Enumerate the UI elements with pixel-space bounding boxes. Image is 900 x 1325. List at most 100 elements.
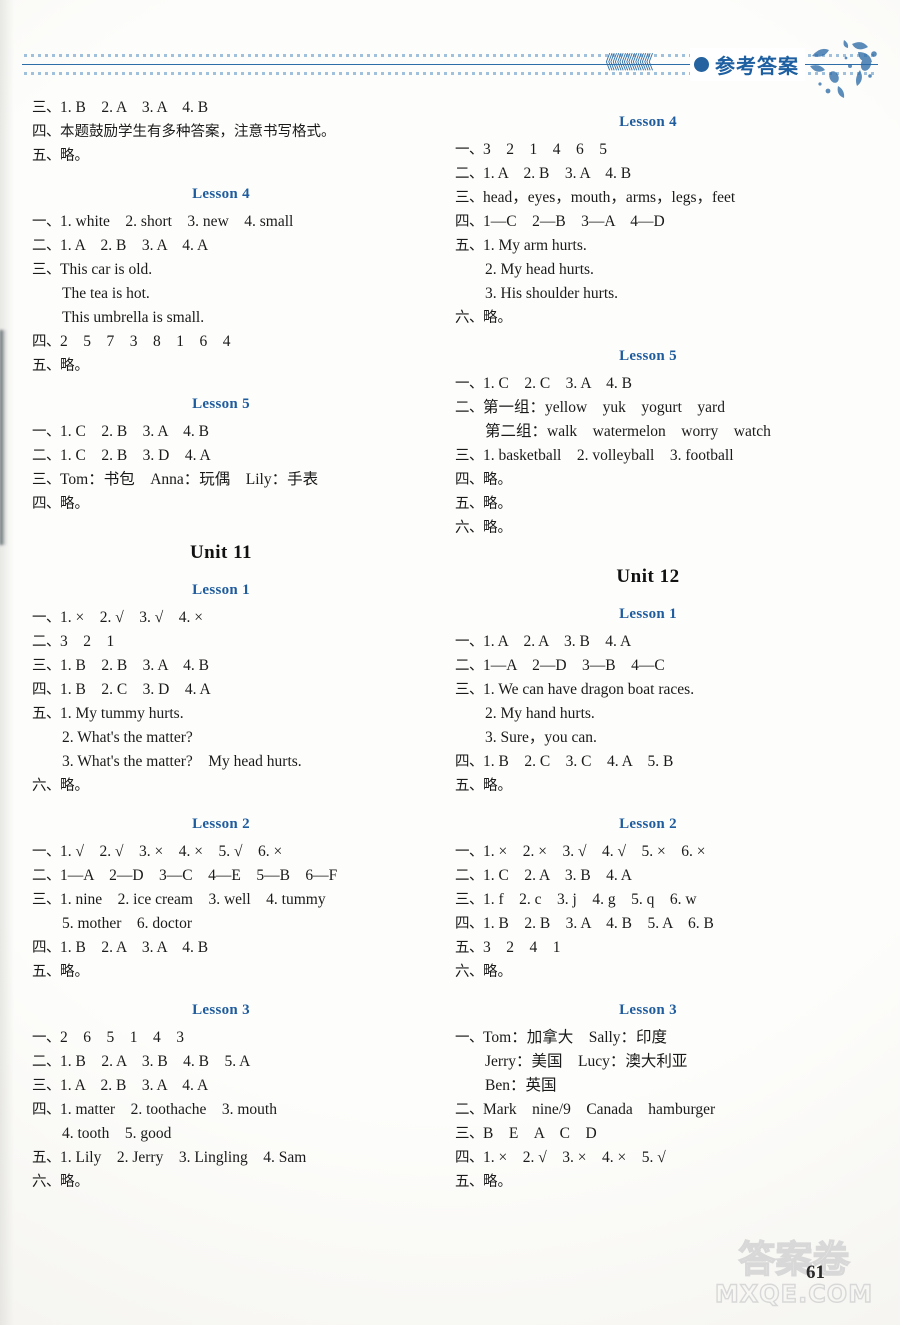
watermark-cjk-text: 答案卷 bbox=[739, 1238, 851, 1281]
answer-text: 略。 bbox=[60, 964, 89, 980]
answer-text: 略。 bbox=[483, 778, 512, 794]
answer-number: 一、 bbox=[32, 214, 61, 230]
answer-line: 三、 head，eyes，mouth，arms，legs，feet bbox=[455, 186, 847, 210]
answer-text: 1. nine 2. ice cream 3. well 4. tummy bbox=[60, 891, 326, 908]
answer-number: 一、 bbox=[455, 844, 484, 860]
answer-number: 四、 bbox=[32, 1102, 61, 1118]
answer-line: 四、 略。 bbox=[32, 492, 424, 516]
bullet-dot-icon bbox=[694, 57, 709, 72]
answer-number: 三、 bbox=[32, 658, 61, 674]
scan-edge-shadow bbox=[0, 330, 7, 545]
answer-text: 略。 bbox=[483, 964, 512, 980]
answer-number: 四、 bbox=[455, 214, 484, 230]
header-chevrons-icon: 《《《《《《《《《《 bbox=[598, 51, 653, 75]
answer-text: 1. A 2. B 3. A 4. B bbox=[483, 165, 632, 182]
answer-line: 二、 Mark nine/9 Canada hamburger bbox=[455, 1098, 847, 1122]
answer-continuation-line: 2. My head hurts. bbox=[485, 261, 594, 278]
answer-number: 三、 bbox=[455, 892, 484, 908]
answer-text: 1. C 2. B 3. D 4. A bbox=[60, 447, 211, 464]
header-title-group: 参考答案 bbox=[690, 48, 805, 81]
page-number: 61 bbox=[806, 1262, 825, 1283]
answer-line: 一、 Tom：加拿大 Sally：印度 bbox=[455, 1026, 847, 1050]
answer-line: 二、 1—A 2—D 3—B 4—C bbox=[455, 654, 847, 678]
answer-text: 1. B 2. A 3. B 4. B 5. A bbox=[60, 1053, 251, 1070]
answer-continuation-line: 2. What's the matter? bbox=[62, 729, 193, 746]
answer-text: 3 2 4 1 bbox=[483, 939, 561, 956]
lesson-heading: Lesson 4 bbox=[619, 114, 677, 130]
answer-text: 略。 bbox=[483, 520, 512, 536]
answer-line: 二、 1. A 2. B 3. A 4. A bbox=[32, 234, 424, 258]
answer-number: 五、 bbox=[455, 238, 484, 254]
answer-text: Tom：加拿大 Sally：印度 bbox=[483, 1029, 668, 1046]
answer-continuation-line: 3. Sure，you can. bbox=[485, 729, 597, 746]
answer-line: 六、 略。 bbox=[455, 306, 847, 330]
answer-line: 二、 1. C 2. A 3. B 4. A bbox=[455, 864, 847, 888]
answer-text: Tom：书包 Anna：玩偶 Lily：手表 bbox=[60, 471, 319, 488]
answer-line: 四、 1. matter 2. toothache 3. mouth bbox=[32, 1098, 424, 1122]
answer-line: 一、 1. A 2. A 3. B 4. A bbox=[455, 630, 847, 654]
page-header: 《《《《《《《《《《 参考答案 bbox=[0, 28, 900, 98]
answer-number: 四、 bbox=[32, 334, 61, 350]
answer-line: 三、 1. nine 2. ice cream 3. well 4. tummy bbox=[32, 888, 424, 912]
answer-text: 1. × 2. × 3. √ 4. √ 5. × 6. × bbox=[483, 843, 706, 860]
answer-line: 五、 1. My arm hurts. bbox=[455, 234, 847, 258]
answer-number: 二、 bbox=[455, 1102, 484, 1118]
answer-number: 三、 bbox=[455, 682, 484, 698]
answer-text: 1. C 2. A 3. B 4. A bbox=[483, 867, 632, 884]
answer-number: 四、 bbox=[32, 496, 61, 512]
answer-line: 四、 略。 bbox=[455, 468, 847, 492]
answer-text: 1. × 2. √ 3. √ 4. × bbox=[60, 609, 203, 626]
answer-text: 1. B 2. B 3. A 4. B bbox=[60, 657, 209, 674]
answer-text: 1. C 2. C 3. A 4. B bbox=[483, 375, 632, 392]
answer-number: 三、 bbox=[455, 190, 484, 206]
answer-text: 1. A 2. B 3. A 4. A bbox=[60, 237, 209, 254]
answer-line: 五、 略。 bbox=[32, 144, 424, 168]
answer-text: B E A C D bbox=[483, 1125, 597, 1142]
lesson-heading: Lesson 2 bbox=[192, 816, 250, 832]
answer-continuation-line: Jerry：美国 Lucy：澳大利亚 bbox=[485, 1053, 688, 1070]
answer-line: 三、 1. basketball 2. volleyball 3. footbal… bbox=[455, 444, 847, 468]
answer-text: 略。 bbox=[60, 358, 89, 374]
answer-number: 三、 bbox=[455, 1126, 484, 1142]
answer-line: 五、 略。 bbox=[32, 960, 424, 984]
answer-text: 略。 bbox=[60, 1174, 89, 1190]
answer-line: 三、 Tom：书包 Anna：玩偶 Lily：手表 bbox=[32, 468, 424, 492]
answer-number: 四、 bbox=[455, 472, 484, 488]
answer-number: 五、 bbox=[455, 496, 484, 512]
answer-text: 1. My tummy hurts. bbox=[60, 705, 184, 722]
answer-number: 五、 bbox=[32, 1150, 61, 1166]
answer-line: 五、 略。 bbox=[455, 1170, 847, 1194]
answer-number: 一、 bbox=[455, 142, 484, 158]
answer-line: 三、 1. We can have dragon boat races. bbox=[455, 678, 847, 702]
lesson-heading: Lesson 1 bbox=[619, 606, 677, 622]
answer-text: 1. C 2. B 3. A 4. B bbox=[60, 423, 209, 440]
answer-text: 1. √ 2. √ 3. × 4. × 5. √ 6. × bbox=[60, 843, 283, 860]
answer-number: 二、 bbox=[455, 658, 484, 674]
lesson-heading: Lesson 2 bbox=[619, 816, 677, 832]
lesson-heading: Lesson 3 bbox=[619, 1002, 677, 1018]
answer-text: 1. B 2. A 3. A 4. B bbox=[60, 939, 209, 956]
answer-text: 1. f 2. c 3. j 4. g 5. q 6. w bbox=[483, 891, 697, 908]
answer-line: 一、 2 6 5 1 4 3 bbox=[32, 1026, 424, 1050]
answer-number: 二、 bbox=[32, 448, 61, 464]
answer-number: 五、 bbox=[455, 940, 484, 956]
answer-continuation-line: 第二组：walk watermelon worry watch bbox=[485, 423, 771, 440]
answer-line: 五、 略。 bbox=[32, 354, 424, 378]
answer-line: 一、 1. white 2. short 3. new 4. small bbox=[32, 210, 424, 234]
answer-line: 三、 1. f 2. c 3. j 4. g 5. q 6. w bbox=[455, 888, 847, 912]
answer-line: 四、 1. B 2. A 3. A 4. B bbox=[32, 936, 424, 960]
site-watermark: 答案卷 MXQE.COM bbox=[714, 1237, 873, 1308]
answer-line: 一、 1. C 2. C 3. A 4. B bbox=[455, 372, 847, 396]
answer-number: 五、 bbox=[455, 1174, 484, 1190]
answer-number: 二、 bbox=[455, 868, 484, 884]
answer-line: 二、 1—A 2—D 3—C 4—E 5—B 6—F bbox=[32, 864, 424, 888]
answer-text: 1. white 2. short 3. new 4. small bbox=[60, 213, 294, 230]
answer-text: head，eyes，mouth，arms，legs，feet bbox=[483, 189, 736, 206]
answer-number: 一、 bbox=[32, 1030, 61, 1046]
unit-heading: Unit 11 bbox=[189, 542, 253, 563]
answer-text: Mark nine/9 Canada hamburger bbox=[483, 1101, 716, 1118]
answer-continuation-line: This umbrella is small. bbox=[62, 309, 205, 326]
answer-continuation-line: The tea is hot. bbox=[62, 285, 150, 302]
watermark-site-text: MXQE.COM bbox=[715, 1280, 873, 1308]
answer-line: 三、 B E A C D bbox=[455, 1122, 847, 1146]
